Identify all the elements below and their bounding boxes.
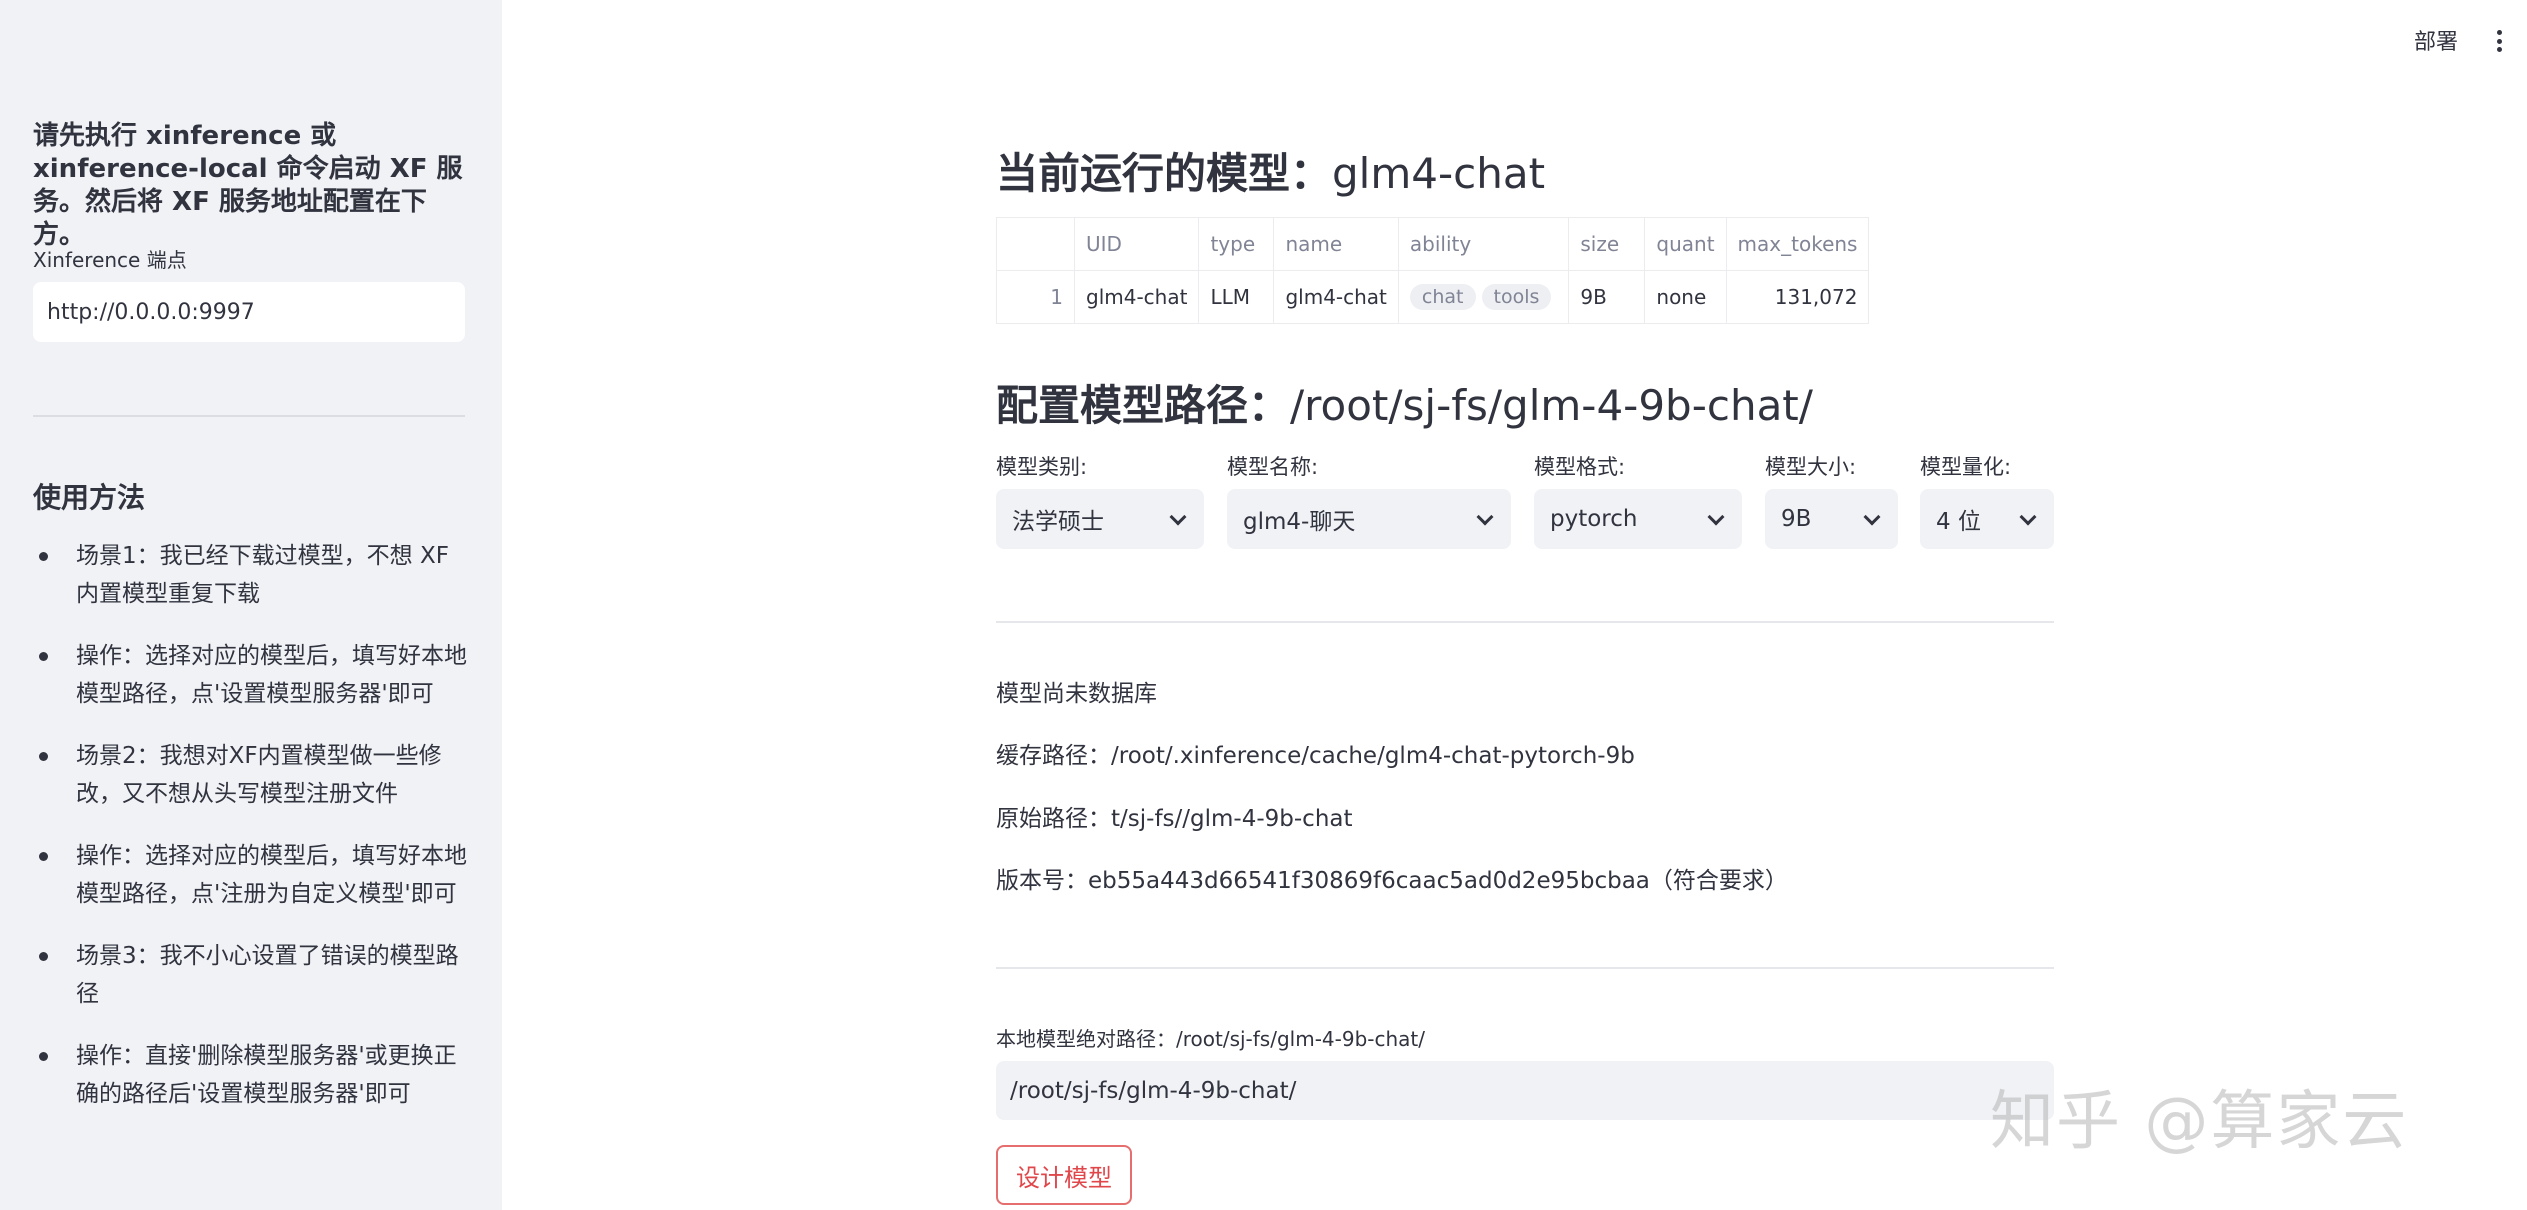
table-header[interactable]: quant (1644, 217, 1727, 271)
model-format-select[interactable]: pytorch (1534, 489, 1742, 549)
endpoint-input[interactable]: http://0.0.0.0:9997 (33, 282, 465, 342)
model-format-value: pytorch (1550, 506, 1638, 532)
cell-size[interactable]: 9B (1568, 270, 1646, 324)
origin-path-text: 原始路径：t/sj-fs//glm-4-9b-chat (996, 806, 1353, 832)
model-name-value: glm4-聊天 (1243, 509, 1356, 535)
usage-title: 使用方法 (33, 481, 146, 514)
model-table: UID type name ability size quant max_tok… (996, 217, 1870, 324)
endpoint-label: Xinference 端点 (33, 248, 187, 272)
design-model-button[interactable]: 设计模型 (996, 1145, 1132, 1205)
list-item: 场景2：我想对XF内置模型做一些修改，又不想从头写模型注册文件 (33, 737, 473, 813)
cell-uid[interactable]: glm4-chat (1073, 270, 1200, 324)
table-header[interactable]: size (1568, 217, 1646, 271)
model-name-label: 模型名称: (1227, 455, 1319, 479)
table-header-row: UID type name ability size quant max_tok… (996, 217, 1870, 271)
list-item: 操作：选择对应的模型后，填写好本地模型路径，点'设置模型服务器'即可 (33, 637, 473, 713)
config-path-title: 配置模型路径：/root/sj-fs/glm-4-9b-chat/ (996, 372, 1813, 433)
cell-name[interactable]: glm4-chat (1273, 270, 1399, 324)
table-header[interactable]: max_tokens (1725, 217, 1870, 271)
ability-tag: chat (1409, 284, 1476, 310)
chevron-down-icon (1863, 508, 1881, 526)
list-item: 操作：直接'删除模型服务器'或更换正确的路径后'设置模型服务器'即可 (33, 1037, 473, 1113)
ability-tag: tools (1481, 284, 1552, 310)
chevron-down-icon (2019, 508, 2037, 526)
version-text: 版本号：eb55a443d66541f30869f6caac5ad0d2e95b… (996, 868, 1788, 894)
chevron-down-icon (1169, 508, 1187, 526)
chevron-down-icon (1707, 508, 1725, 526)
table-header[interactable]: UID (1073, 217, 1200, 271)
running-model-title: 当前运行的模型：glm4-chat (996, 140, 1545, 201)
model-quant-select[interactable]: 4 位 (1920, 489, 2054, 549)
list-item: 场景1：我已经下载过模型，不想 XF 内置模型重复下载 (33, 537, 473, 613)
sidebar-intro: 请先执行 xinference 或 xinference-local 命令启动 … (33, 121, 463, 250)
model-quant-value: 4 位 (1936, 509, 1981, 535)
table-row: 1 glm4-chat LLM glm4-chat chat tools 9B n… (996, 270, 1870, 324)
local-path-label: 本地模型绝对路径：/root/sj-fs/glm-4-9b-chat/ (996, 1027, 1426, 1051)
section-divider (996, 621, 2054, 623)
chevron-down-icon (1476, 508, 1494, 526)
model-size-value: 9B (1781, 506, 1812, 532)
model-quant-label: 模型量化: (1920, 455, 2012, 479)
config-path-value: /root/sj-fs/glm-4-9b-chat/ (1290, 381, 1813, 430)
table-header[interactable]: name (1273, 217, 1399, 271)
model-size-label: 模型大小: (1765, 455, 1857, 479)
cell-quant[interactable]: none (1644, 270, 1727, 324)
running-model-label: 当前运行的模型： (996, 149, 1333, 198)
usage-list: 场景1：我已经下载过模型，不想 XF 内置模型重复下载 操作：选择对应的模型后，… (33, 537, 473, 1137)
model-category-label: 模型类别: (996, 455, 1088, 479)
sidebar: 请先执行 xinference 或 xinference-local 命令启动 … (0, 0, 502, 1210)
row-index: 1 (996, 270, 1075, 324)
model-category-select[interactable]: 法学硕士 (996, 489, 1204, 549)
cell-max-tokens[interactable]: 131,072 (1725, 270, 1870, 324)
list-item: 场景3：我不小心设置了错误的模型路径 (33, 937, 473, 1013)
table-header[interactable]: type (1198, 217, 1275, 271)
model-format-label: 模型格式: (1534, 455, 1626, 479)
sidebar-divider (33, 415, 465, 417)
model-status-text: 模型尚未数据库 (996, 681, 1157, 707)
section-divider (996, 967, 2054, 969)
cell-ability[interactable]: chat tools (1397, 270, 1570, 324)
config-path-label: 配置模型路径： (996, 381, 1291, 430)
list-item: 操作：选择对应的模型后，填写好本地模型路径，点'注册为自定义模型'即可 (33, 837, 473, 913)
cache-path-text: 缓存路径：/root/.xinference/cache/glm4-chat-p… (996, 743, 1635, 769)
table-index-header (996, 217, 1075, 271)
model-name-select[interactable]: glm4-聊天 (1227, 489, 1511, 549)
model-size-select[interactable]: 9B (1765, 489, 1898, 549)
running-model-value: glm4-chat (1332, 149, 1546, 198)
deploy-button[interactable]: 部署 (2414, 24, 2458, 56)
kebab-menu-icon[interactable] (2497, 30, 2503, 52)
cell-type[interactable]: LLM (1198, 270, 1275, 324)
watermark: 知乎 @算家云 (1990, 1085, 2409, 1159)
local-path-input[interactable]: /root/sj-fs/glm-4-9b-chat/ (996, 1061, 2054, 1120)
table-header[interactable]: ability (1397, 217, 1570, 271)
model-category-value: 法学硕士 (1012, 509, 1104, 535)
